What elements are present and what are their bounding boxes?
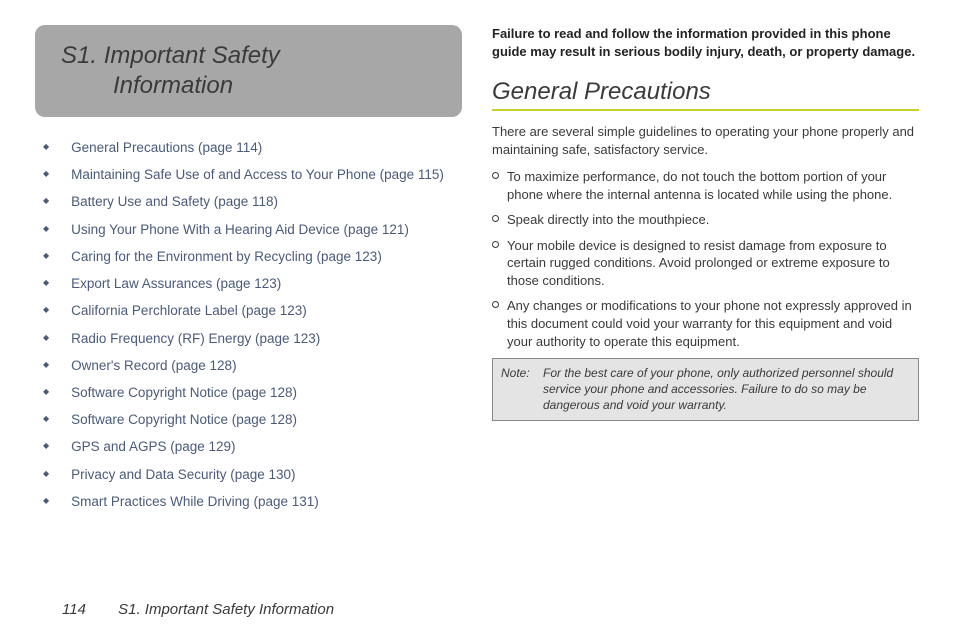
toc-text: General Precautions (page 114): [71, 139, 462, 157]
circle-icon: [492, 241, 499, 248]
list-item: Your mobile device is designed to resist…: [492, 237, 919, 290]
toc-text: Using Your Phone With a Hearing Aid Devi…: [71, 221, 462, 239]
toc-item: ◆ Owner's Record (page 128): [43, 357, 462, 375]
toc-item: ◆ Radio Frequency (RF) Energy (page 123): [43, 330, 462, 348]
toc-text: Privacy and Data Security (page 130): [71, 466, 462, 484]
diamond-icon: ◆: [43, 251, 49, 262]
toc-item: ◆ Export Law Assurances (page 123): [43, 275, 462, 293]
bullet-text: Your mobile device is designed to resist…: [507, 237, 919, 290]
toc-list: ◆ General Precautions (page 114) ◆ Maintai…: [35, 139, 462, 511]
diamond-icon: ◆: [43, 441, 49, 452]
diamond-icon: ◆: [43, 196, 49, 207]
diamond-icon: ◆: [43, 469, 49, 480]
toc-item: ◆ Smart Practices While Driving (page 131…: [43, 493, 462, 511]
diamond-icon: ◆: [43, 142, 49, 153]
section-title-line1: S1. Important Safety: [61, 42, 280, 69]
heading-underline: General Precautions: [492, 78, 919, 111]
diamond-icon: ◆: [43, 224, 49, 235]
section-title-box: S1. Important Safety Information: [35, 25, 462, 117]
right-column: Failure to read and follow the informati…: [492, 25, 919, 575]
toc-text: Software Copyright Notice (page 128): [71, 384, 462, 402]
list-item: Speak directly into the mouthpiece.: [492, 211, 919, 229]
page-number: 114: [62, 601, 86, 618]
list-item: To maximize performance, do not touch th…: [492, 168, 919, 203]
bullet-text: To maximize performance, do not touch th…: [507, 168, 919, 203]
toc-text: Export Law Assurances (page 123): [71, 275, 462, 293]
toc-text: Maintaining Safe Use of and Access to Yo…: [71, 166, 462, 184]
footer-title: S1. Important Safety Information: [118, 601, 334, 618]
toc-item: ◆ Privacy and Data Security (page 130): [43, 466, 462, 484]
intro-text: There are several simple guidelines to o…: [492, 123, 919, 158]
section-title-line2: Information: [61, 72, 233, 99]
toc-text: Smart Practices While Driving (page 131): [71, 493, 462, 511]
diamond-icon: ◆: [43, 387, 49, 398]
warning-text: Failure to read and follow the informati…: [492, 25, 919, 60]
note-label: Note:: [501, 365, 543, 414]
toc-text: Software Copyright Notice (page 128): [71, 411, 462, 429]
toc-item: ◆ General Precautions (page 114): [43, 139, 462, 157]
diamond-icon: ◆: [43, 414, 49, 425]
toc-item: ◆ California Perchlorate Label (page 123): [43, 302, 462, 320]
note-text: For the best care of your phone, only au…: [543, 365, 910, 414]
toc-text: California Perchlorate Label (page 123): [71, 302, 462, 320]
toc-item: ◆ Caring for the Environment by Recycling…: [43, 248, 462, 266]
toc-item: ◆ Maintaining Safe Use of and Access to Y…: [43, 166, 462, 184]
diamond-icon: ◆: [43, 333, 49, 344]
toc-item: ◆ Using Your Phone With a Hearing Aid Dev…: [43, 221, 462, 239]
toc-text: Radio Frequency (RF) Energy (page 123): [71, 330, 462, 348]
toc-item: ◆ GPS and AGPS (page 129): [43, 438, 462, 456]
bullet-text: Speak directly into the mouthpiece.: [507, 211, 709, 229]
general-precautions-heading: General Precautions: [492, 78, 919, 106]
toc-item: ◆ Software Copyright Notice (page 128): [43, 411, 462, 429]
circle-icon: [492, 172, 499, 179]
section-title: S1. Important Safety Information: [61, 41, 442, 101]
left-column: S1. Important Safety Information ◆ Genera…: [35, 25, 462, 575]
toc-item: ◆ Software Copyright Notice (page 128): [43, 384, 462, 402]
precautions-list: To maximize performance, do not touch th…: [492, 168, 919, 350]
diamond-icon: ◆: [43, 305, 49, 316]
diamond-icon: ◆: [43, 278, 49, 289]
bullet-text: Any changes or modifications to your pho…: [507, 297, 919, 350]
diamond-icon: ◆: [43, 169, 49, 180]
toc-text: Caring for the Environment by Recycling …: [71, 248, 462, 266]
toc-text: GPS and AGPS (page 129): [71, 438, 462, 456]
toc-text: Owner's Record (page 128): [71, 357, 462, 375]
toc-text: Battery Use and Safety (page 118): [71, 193, 462, 211]
diamond-icon: ◆: [43, 496, 49, 507]
circle-icon: [492, 215, 499, 222]
circle-icon: [492, 301, 499, 308]
page-columns: S1. Important Safety Information ◆ Genera…: [35, 25, 919, 575]
page-footer: 114 S1. Important Safety Information: [62, 601, 334, 618]
list-item: Any changes or modifications to your pho…: [492, 297, 919, 350]
note-box: Note: For the best care of your phone, o…: [492, 358, 919, 421]
toc-item: ◆ Battery Use and Safety (page 118): [43, 193, 462, 211]
diamond-icon: ◆: [43, 360, 49, 371]
